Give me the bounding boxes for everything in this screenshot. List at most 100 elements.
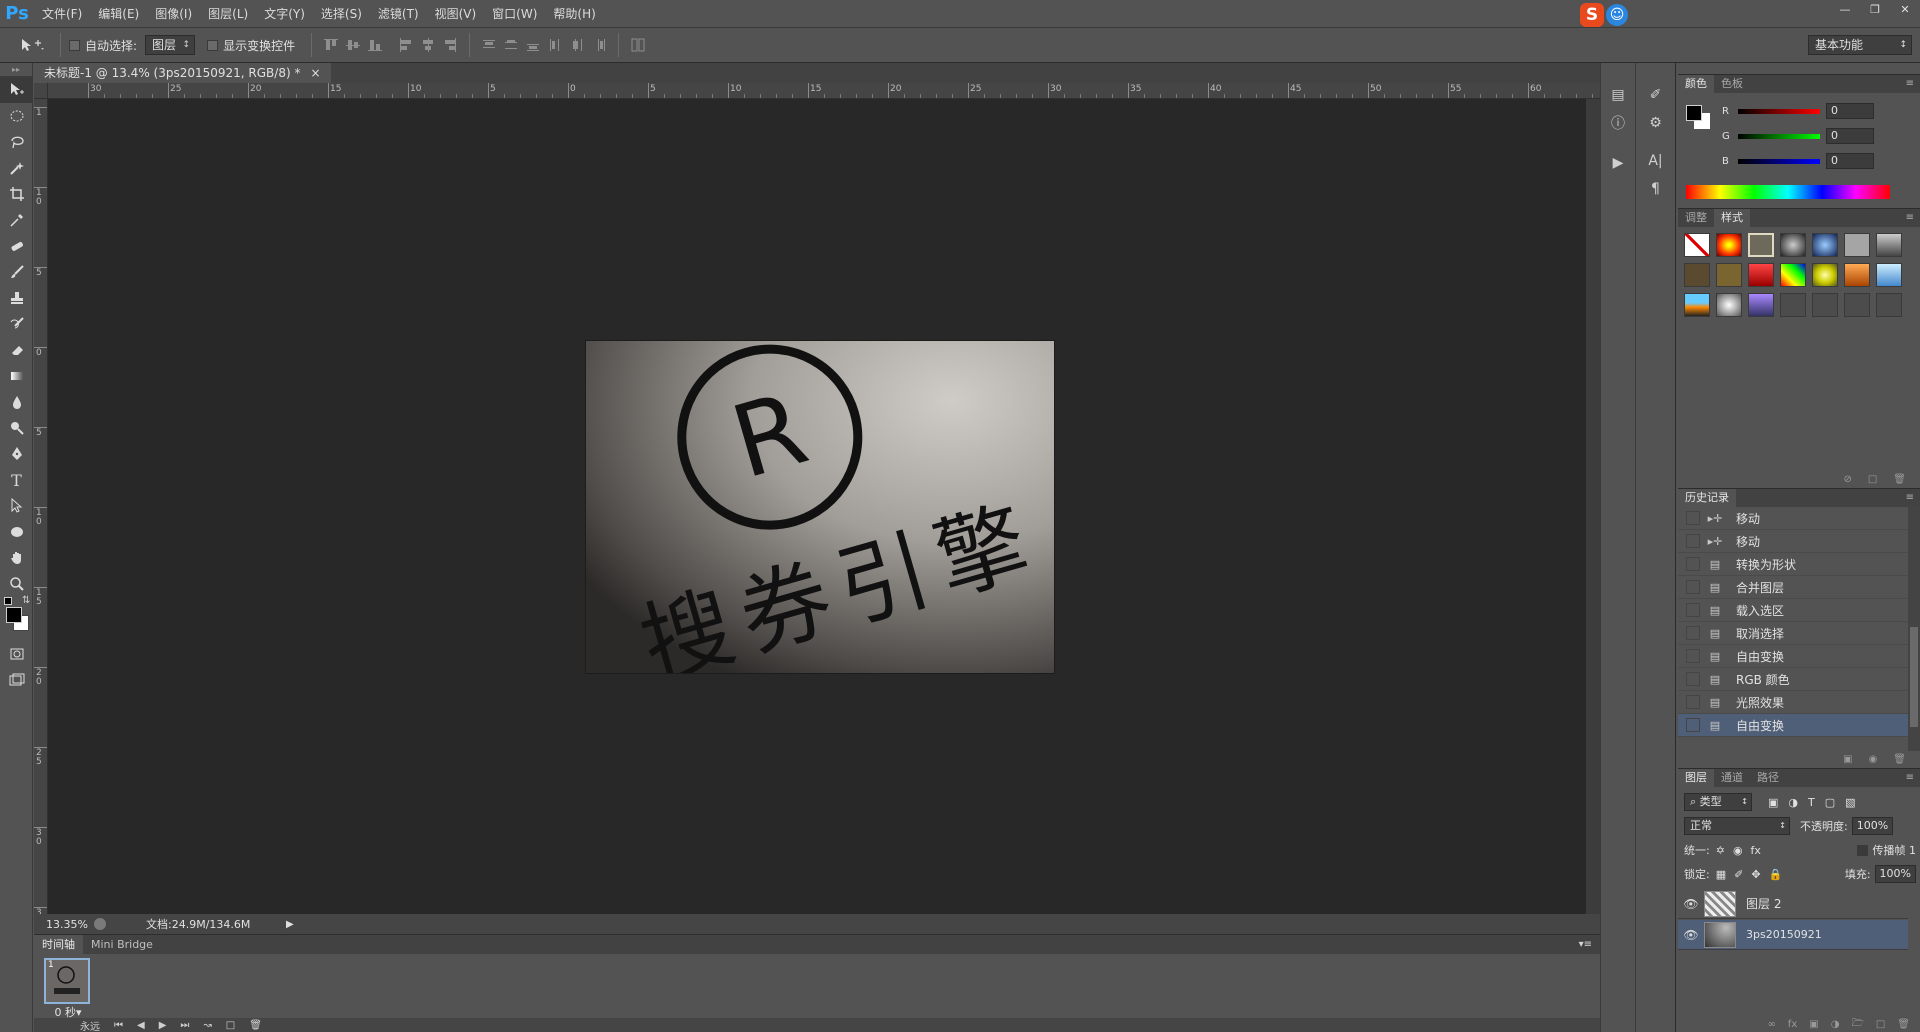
lock-image-icon[interactable]: ✐ — [1734, 868, 1743, 881]
snapshot-source-box[interactable] — [1686, 626, 1700, 640]
blend-mode-dropdown[interactable]: 正常 — [1684, 817, 1790, 835]
history-item[interactable]: ▤ 合并图层 — [1678, 576, 1908, 599]
filter-adjustment-icon[interactable]: ◑ — [1788, 796, 1798, 809]
tab-history[interactable]: 历史记录 — [1678, 489, 1736, 507]
lasso-tool-icon[interactable] — [0, 129, 33, 155]
layer-row[interactable]: 👁 图层 2 — [1678, 889, 1908, 919]
distribute-bottom-icon[interactable] — [525, 37, 541, 53]
unify-style-icon[interactable]: fx — [1751, 844, 1761, 857]
align-top-icon[interactable] — [323, 37, 339, 53]
style-swatch[interactable] — [1684, 293, 1710, 317]
style-swatch[interactable] — [1844, 293, 1870, 317]
next-frame-icon[interactable]: ⏭ — [180, 1020, 189, 1031]
tab-paths[interactable]: 路径 — [1750, 769, 1786, 787]
delete-frame-icon[interactable]: 🗑 — [249, 1020, 262, 1031]
panel-menu-icon[interactable]: ≡ — [1906, 769, 1914, 787]
new-frame-icon[interactable]: □ — [226, 1020, 235, 1031]
distribute-left-icon[interactable] — [547, 37, 563, 53]
align-left-icon[interactable] — [398, 37, 414, 53]
unify-position-icon[interactable]: ✡ — [1716, 844, 1725, 857]
brush-tool-icon[interactable] — [0, 259, 33, 285]
snapshot-source-box[interactable] — [1686, 672, 1700, 686]
history-brush-tool-icon[interactable] — [0, 311, 33, 337]
actions-panel-icon[interactable]: ▶ — [1602, 151, 1634, 175]
distribute-hcenter-icon[interactable] — [569, 37, 585, 53]
layer-style-icon[interactable]: fx — [1788, 1019, 1797, 1030]
add-mask-icon[interactable]: ▣ — [1809, 1019, 1818, 1030]
menu-select[interactable]: 选择(S) — [313, 0, 370, 28]
history-panel-icon[interactable]: ▤ — [1602, 83, 1634, 107]
snapshot-source-box[interactable] — [1686, 534, 1700, 548]
propagate-frame-checkbox[interactable] — [1856, 844, 1868, 856]
blur-tool-icon[interactable] — [0, 389, 33, 415]
loop-dropdown[interactable]: 永远 — [80, 1018, 100, 1032]
history-item[interactable]: ▤ 载入选区 — [1678, 599, 1908, 622]
play-icon[interactable]: ▶ — [159, 1020, 167, 1031]
link-layers-icon[interactable]: ∞ — [1767, 1019, 1775, 1030]
snapshot-source-box[interactable] — [1686, 649, 1700, 663]
move-tool-icon[interactable] — [0, 77, 33, 103]
paragraph-panel-icon[interactable]: ¶ — [1640, 177, 1672, 201]
layer-filter-dropdown[interactable]: ⌕ 类型 — [1684, 793, 1752, 811]
menu-filter[interactable]: 滤镜(T) — [370, 0, 427, 28]
delete-style-icon[interactable]: 🗑 — [1893, 474, 1906, 485]
new-snapshot-icon[interactable]: ◉ — [1869, 754, 1878, 765]
unify-visibility-icon[interactable]: ◉ — [1733, 844, 1743, 857]
quick-selection-tool-icon[interactable] — [0, 155, 33, 181]
marquee-tool-icon[interactable] — [0, 103, 33, 129]
snapshot-source-box[interactable] — [1686, 511, 1700, 525]
style-swatch[interactable] — [1812, 263, 1838, 287]
tab-adjustments[interactable]: 调整 — [1678, 209, 1714, 227]
snapshot-source-box[interactable] — [1686, 580, 1700, 594]
ime-indicator[interactable]: S ☺ — [1580, 3, 1632, 27]
style-swatch[interactable] — [1716, 293, 1742, 317]
menu-type[interactable]: 文字(Y) — [256, 0, 313, 28]
brush-panel-icon[interactable]: ⚙ — [1640, 111, 1672, 135]
style-swatch[interactable] — [1748, 233, 1774, 257]
snapshot-source-box[interactable] — [1686, 603, 1700, 617]
history-item[interactable]: ▤ 光照效果 — [1678, 691, 1908, 714]
auto-align-layers-icon[interactable] — [630, 37, 646, 53]
style-swatch[interactable] — [1876, 233, 1902, 257]
history-item-current[interactable]: ▤ 自由变换 — [1678, 714, 1908, 737]
distribute-right-icon[interactable] — [591, 37, 607, 53]
filter-pixel-icon[interactable]: ▣ — [1768, 796, 1778, 809]
new-style-icon[interactable]: □ — [1868, 474, 1877, 485]
checkbox-box[interactable] — [69, 39, 80, 51]
auto-select-checkbox[interactable]: 自动选择: — [69, 37, 137, 54]
filter-smart-object-icon[interactable]: ▧ — [1845, 796, 1855, 809]
menu-file[interactable]: 文件(F) — [34, 0, 90, 28]
fill-input[interactable]: 100% — [1874, 865, 1916, 883]
status-icon[interactable] — [94, 918, 106, 930]
menu-help[interactable]: 帮助(H) — [545, 0, 603, 28]
first-frame-icon[interactable]: ⏮ — [114, 1020, 123, 1031]
blue-value-input[interactable]: 0 — [1826, 153, 1874, 169]
lock-transparent-icon[interactable]: ▦ — [1716, 868, 1726, 881]
document-image[interactable]: R 搜券引擎 — [586, 341, 1054, 673]
move-tool-preset-icon[interactable] — [12, 31, 52, 59]
visibility-eye-icon[interactable]: 👁 — [1678, 928, 1704, 942]
opacity-input[interactable]: 100% — [1851, 817, 1894, 835]
pen-tool-icon[interactable] — [0, 441, 33, 467]
clone-stamp-tool-icon[interactable] — [0, 285, 33, 311]
align-hcenter-icon[interactable] — [420, 37, 436, 53]
tab-color[interactable]: 颜色 — [1678, 75, 1714, 93]
menu-edit[interactable]: 编辑(E) — [90, 0, 147, 28]
style-swatch[interactable] — [1844, 263, 1870, 287]
style-swatch[interactable] — [1844, 233, 1870, 257]
delete-layer-icon[interactable]: 🗑 — [1897, 1019, 1910, 1030]
panel-menu-icon[interactable]: ≡ — [1906, 209, 1914, 227]
animation-frame[interactable]: 1 — [44, 958, 90, 1004]
delete-state-icon[interactable]: 🗑 — [1893, 754, 1906, 765]
layer-row-selected[interactable]: 👁 3ps20150921 — [1678, 920, 1908, 950]
vertical-ruler[interactable]: 11 05051 01 52 02 53 03 5 — [34, 99, 48, 914]
tab-swatches[interactable]: 色板 — [1714, 75, 1750, 93]
eyedropper-tool-icon[interactable] — [0, 207, 33, 233]
align-right-icon[interactable] — [442, 37, 458, 53]
history-item[interactable]: ▤ 取消选择 — [1678, 622, 1908, 645]
tab-styles[interactable]: 样式 — [1714, 209, 1750, 227]
style-swatch[interactable] — [1780, 293, 1806, 317]
new-document-from-state-icon[interactable]: ▣ — [1843, 754, 1852, 765]
canvas-vertical-scrollbar[interactable] — [1586, 99, 1600, 914]
history-item[interactable]: ▤ 转换为形状 — [1678, 553, 1908, 576]
